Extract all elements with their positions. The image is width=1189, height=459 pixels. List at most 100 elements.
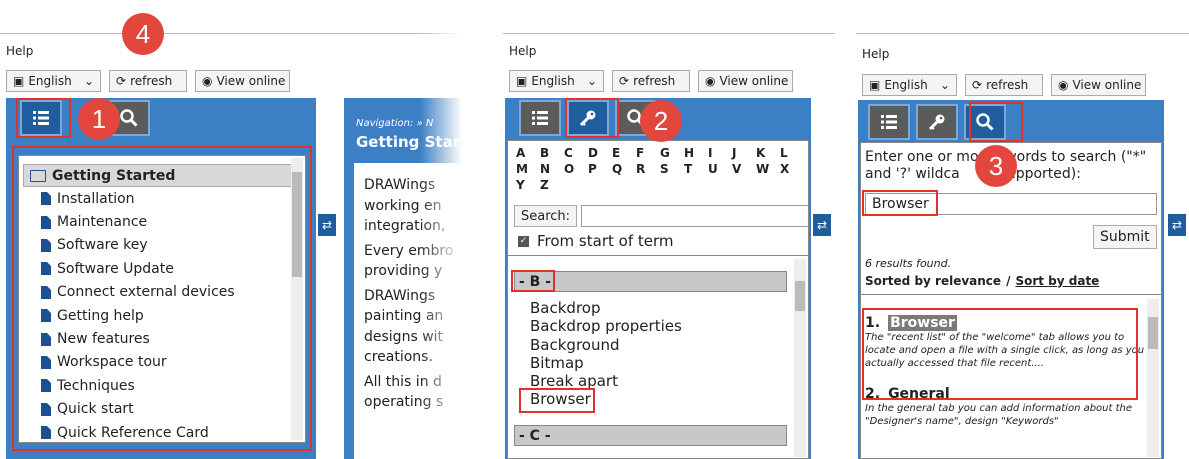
letter-link[interactable]: I (708, 145, 732, 161)
sorted-by-label: Sorted by relevance (865, 274, 1002, 288)
from-start-label: From start of term (537, 232, 674, 250)
letter-link[interactable]: E (612, 145, 636, 161)
index-divider (508, 255, 808, 256)
keyword-item[interactable]: Backdrop (508, 299, 788, 317)
globe-icon: ◉ (705, 74, 716, 88)
letter-link[interactable]: Y (516, 177, 540, 193)
results-count: 6 results found. (865, 257, 952, 270)
language-select[interactable]: ▣ English ⌄ (862, 74, 957, 96)
letter-link[interactable]: O (564, 161, 588, 177)
help-panel-index: Help ▣ English ⌄ ⟳ refresh ◉ View online… (503, 0, 835, 459)
refresh-label: refresh (633, 74, 676, 88)
keyword-item[interactable]: Bitmap (508, 354, 788, 372)
monitor-icon: ▣ (516, 74, 528, 88)
divider (856, 33, 1189, 34)
refresh-label: refresh (130, 74, 173, 88)
letter-link[interactable]: W (756, 161, 780, 177)
refresh-button[interactable]: ⟳ refresh (109, 70, 187, 92)
letter-link[interactable]: G (660, 145, 684, 161)
chevron-down-icon: ⌄ (939, 78, 950, 92)
letter-link[interactable]: Z (540, 177, 564, 193)
letter-link[interactable]: F (636, 145, 660, 161)
highlight-toc (12, 146, 312, 451)
tab-contents[interactable] (868, 104, 910, 140)
letter-link[interactable]: B (540, 145, 564, 161)
index-scrollbar[interactable] (794, 259, 806, 457)
toolbar: ▣ English ⌄ ⟳ refresh ◉ View online (509, 70, 793, 94)
toolbar: ▣ English ⌄ ⟳ refresh ◉ View online (6, 70, 290, 94)
letter-link[interactable]: P (588, 161, 612, 177)
help-panel-search: Help ▣ English ⌄ ⟳ refresh ◉ View online… (856, 0, 1189, 459)
menu-help[interactable]: Help (6, 44, 33, 58)
checkbox-checked-icon[interactable]: ✓ (518, 235, 529, 247)
index-search-input[interactable] (581, 205, 808, 227)
search-icon (120, 109, 138, 127)
step-badge-3: 3 (975, 145, 1017, 187)
letter-link[interactable]: A (516, 145, 540, 161)
section-header-c: - C - (514, 425, 787, 446)
letter-link[interactable]: Q (612, 161, 636, 177)
keyword-item[interactable]: Background (508, 336, 788, 354)
refresh-label: refresh (986, 78, 1029, 92)
swap-icon[interactable]: ⇄ (813, 214, 831, 236)
monitor-icon: ▣ (13, 74, 25, 88)
from-start-checkbox-row[interactable]: ✓ From start of term (518, 232, 674, 250)
refresh-icon: ⟳ (116, 74, 127, 88)
letter-link[interactable]: J (732, 145, 756, 161)
letter-link[interactable]: R (636, 161, 660, 177)
tab-index[interactable] (916, 104, 958, 140)
letter-link[interactable]: T (684, 161, 708, 177)
highlight-section-b (511, 270, 555, 292)
highlight-browser-keyword (519, 388, 595, 413)
tab-contents[interactable] (519, 100, 561, 136)
letter-link[interactable]: M (516, 161, 540, 177)
step-badge-1: 1 (78, 98, 120, 140)
keyword-item[interactable]: Backdrop properties (508, 317, 788, 335)
letter-link[interactable]: D (588, 145, 612, 161)
sort-separator: / (1006, 274, 1011, 288)
list-icon (881, 115, 897, 129)
letter-link[interactable]: N (540, 161, 564, 177)
language-select[interactable]: ▣ English ⌄ (509, 70, 604, 92)
highlight-search-tab (969, 102, 1023, 142)
results-scrollbar[interactable] (1147, 299, 1159, 457)
view-online-label: View online (719, 74, 789, 88)
letter-link[interactable]: H (684, 145, 708, 161)
results-divider (861, 294, 1161, 295)
menu-help[interactable]: Help (509, 44, 536, 58)
submit-button[interactable]: Submit (1093, 225, 1157, 249)
letter-link[interactable]: K (756, 145, 780, 161)
letter-link[interactable]: V (732, 161, 756, 177)
section-c-label: - C - (519, 427, 551, 444)
scroll-thumb[interactable] (1148, 317, 1158, 349)
language-select[interactable]: ▣ English ⌄ (6, 70, 101, 92)
globe-icon: ◉ (1058, 78, 1069, 92)
step-badge-2: 2 (640, 100, 682, 142)
swap-icon[interactable]: ⇄ (1168, 214, 1186, 236)
chevron-down-icon: ⌄ (586, 74, 597, 88)
globe-icon: ◉ (202, 74, 213, 88)
help-panel-contents: Help ▣ English ⌄ ⟳ refresh ◉ View online… (0, 0, 462, 459)
refresh-button[interactable]: ⟳ refresh (965, 74, 1043, 96)
toolbar: ▣ English ⌄ ⟳ refresh ◉ View online (862, 74, 1146, 98)
letter-link[interactable]: C (564, 145, 588, 161)
sort-row: Sorted by relevance / Sort by date (865, 274, 1099, 288)
search-button[interactable]: Search: (514, 205, 578, 227)
menu-help[interactable]: Help (862, 47, 889, 61)
view-online-button[interactable]: ◉ View online (1051, 74, 1146, 96)
language-value: English (531, 74, 575, 88)
letter-link[interactable]: U (708, 161, 732, 177)
step-badge-4: 4 (122, 13, 164, 55)
letter-link[interactable]: S (660, 161, 684, 177)
scroll-thumb[interactable] (795, 281, 805, 311)
view-online-button[interactable]: ◉ View online (698, 70, 793, 92)
view-online-button[interactable]: ◉ View online (195, 70, 290, 92)
highlight-search-input (862, 190, 938, 216)
refresh-icon: ⟳ (972, 78, 983, 92)
letter-link[interactable]: X (780, 161, 804, 177)
swap-icon[interactable]: ⇄ (318, 214, 336, 236)
monitor-icon: ▣ (869, 78, 881, 92)
sort-by-date-link[interactable]: Sort by date (1015, 274, 1099, 288)
letter-link[interactable]: L (780, 145, 804, 161)
refresh-button[interactable]: ⟳ refresh (612, 70, 690, 92)
